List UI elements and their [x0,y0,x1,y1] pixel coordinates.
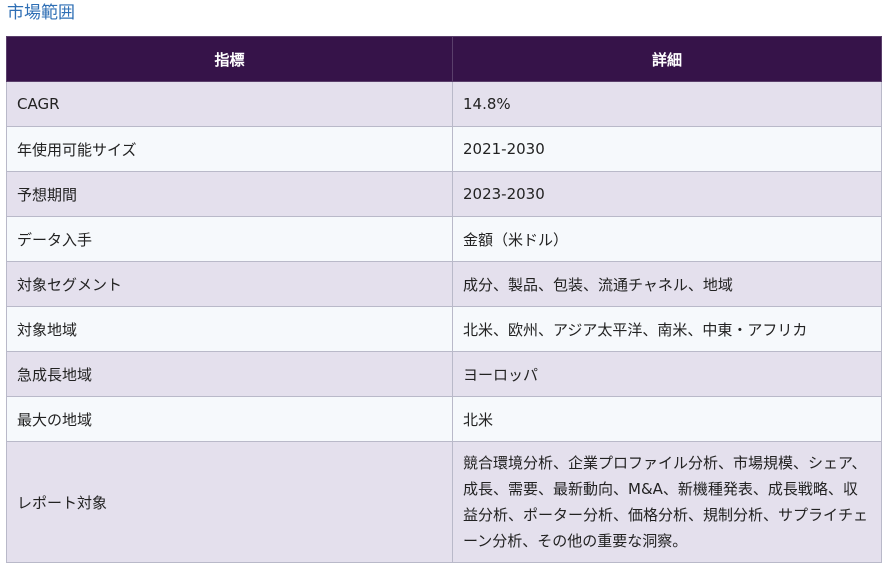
market-scope-table: 指標 詳細 CAGR 14.8% 年使用可能サイズ 2021-2030 予想期間… [6,36,882,563]
detail-cell: 14.8% [452,81,882,127]
metric-cell: 年使用可能サイズ [6,126,453,172]
metric-cell: 予想期間 [6,171,453,217]
metric-cell: 最大の地域 [6,396,453,442]
table-header-row: 指標 詳細 [6,36,882,82]
column-header-metric: 指標 [6,36,453,82]
table-row: 急成長地域 ヨーロッパ [6,351,882,397]
detail-cell: 2023-2030 [452,171,882,217]
metric-cell: データ入手 [6,216,453,262]
detail-cell: 金額（米ドル） [452,216,882,262]
table-row: データ入手 金額（米ドル） [6,216,882,262]
table-row: 対象地域 北米、欧州、アジア太平洋、南米、中東・アフリカ [6,306,882,352]
detail-cell: 成分、製品、包装、流通チャネル、地域 [452,261,882,307]
table-row: CAGR 14.8% [6,81,882,127]
metric-cell: 対象地域 [6,306,453,352]
table-row: レポート対象 競合環境分析、企業プロファイル分析、市場規模、シェア、成長、需要、… [6,441,882,563]
column-header-detail: 詳細 [452,36,882,82]
table-row: 年使用可能サイズ 2021-2030 [6,126,882,172]
detail-cell: 北米 [452,396,882,442]
table-row: 最大の地域 北米 [6,396,882,442]
detail-cell: ヨーロッパ [452,351,882,397]
metric-cell: CAGR [6,81,453,127]
detail-cell: 競合環境分析、企業プロファイル分析、市場規模、シェア、成長、需要、最新動向、M&… [452,441,882,563]
detail-cell: 2021-2030 [452,126,882,172]
metric-cell: レポート対象 [6,441,453,563]
table-row: 予想期間 2023-2030 [6,171,882,217]
metric-cell: 急成長地域 [6,351,453,397]
section-heading: 市場範囲 [7,3,75,23]
metric-cell: 対象セグメント [6,261,453,307]
table-row: 対象セグメント 成分、製品、包装、流通チャネル、地域 [6,261,882,307]
detail-cell: 北米、欧州、アジア太平洋、南米、中東・アフリカ [452,306,882,352]
